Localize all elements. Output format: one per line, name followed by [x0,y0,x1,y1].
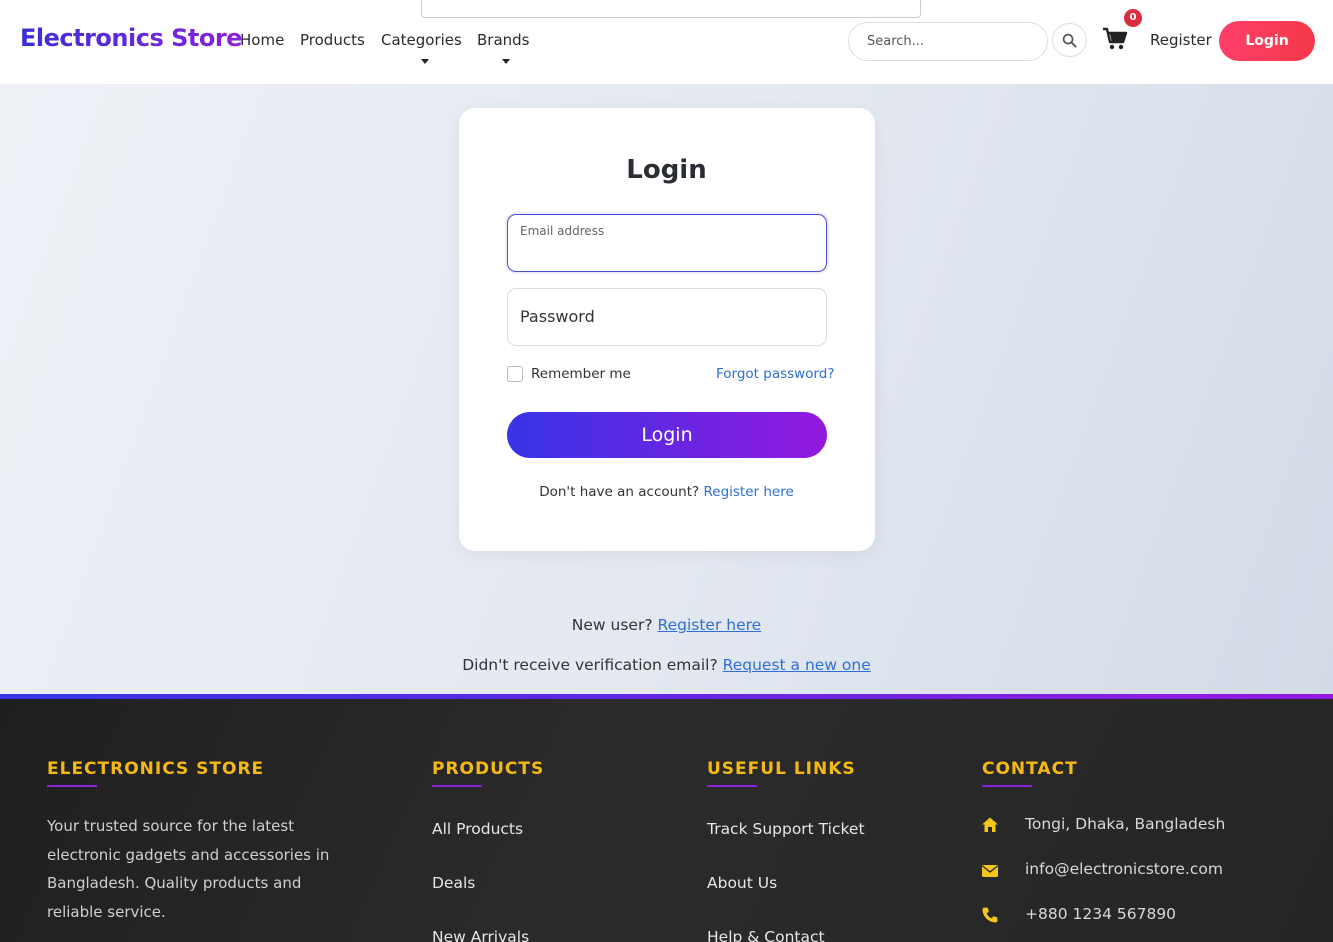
nav-register-link[interactable]: Register [1150,31,1212,49]
footer-heading-underline [707,785,757,787]
cart-count-badge: 0 [1124,9,1142,27]
contact-phone: +880 1234 567890 [1025,905,1177,923]
brand-logo[interactable]: Electronics Store [20,24,242,52]
search-button[interactable] [1052,23,1087,57]
footer-link-help-contact[interactable]: Help & Contact [707,928,825,942]
remember-me-label: Remember me [531,366,631,382]
password-field[interactable]: Password [507,288,827,346]
login-submit-button[interactable]: Login [507,412,827,458]
footer-products-heading: PRODUCTS [432,759,545,779]
nav-login-button[interactable]: Login [1219,21,1315,61]
footer-about-text: Your trusted source for the latest elect… [47,817,330,921]
footer-heading-underline [432,785,482,787]
request-verification-link[interactable]: Request a new one [723,656,871,674]
footer-heading-underline [47,785,97,787]
no-account-text: Don't have an account? [539,484,700,500]
email-field[interactable]: Email address [507,214,827,272]
login-title: Login [626,155,707,185]
new-user-text: New user? [571,616,653,634]
footer-heading-underline [982,785,1032,787]
search-field[interactable] [848,22,1048,61]
search-input[interactable] [849,23,1047,60]
nav-home[interactable]: Home [240,31,284,49]
contact-email: info@electronicstore.com [1025,860,1223,878]
no-account-row: Don't have an account? Register here [0,484,1333,500]
dropdown-panel-edge [421,0,921,18]
search-icon [1062,33,1077,48]
new-user-register-link[interactable]: Register here [658,616,762,634]
footer-contact-heading: CONTACT [982,759,1078,779]
footer-link-new-arrivals[interactable]: New Arrivals [432,928,529,942]
nav-categories[interactable]: Categories [381,31,462,49]
footer-link-deals[interactable]: Deals [432,874,475,892]
new-user-row: New user? Register here [0,616,1333,634]
home-icon [982,817,998,832]
cart-icon[interactable] [1102,27,1128,51]
footer-about-heading: ELECTRONICS STORE [47,759,265,779]
brands-caret-icon[interactable] [502,59,510,64]
nav-brands[interactable]: Brands [477,31,530,49]
envelope-icon [982,865,998,877]
password-label: Password [520,307,595,326]
card-register-link[interactable]: Register here [704,484,794,500]
footer-link-all-products[interactable]: All Products [432,820,523,838]
email-input[interactable] [520,241,816,263]
categories-caret-icon[interactable] [421,59,429,64]
forgot-password-link[interactable]: Forgot password? [716,366,835,382]
footer-useful-links-heading: USEFUL LINKS [707,759,856,779]
contact-address: Tongi, Dhaka, Bangladesh [1025,815,1226,833]
verification-row: Didn't receive verification email? Reque… [0,656,1333,674]
nav-products[interactable]: Products [300,31,365,49]
remember-me-checkbox[interactable] [507,366,523,382]
footer-link-about-us[interactable]: About Us [707,874,777,892]
verification-text: Didn't receive verification email? [462,656,718,674]
phone-icon [982,907,998,923]
footer-link-track-ticket[interactable]: Track Support Ticket [707,820,865,838]
email-label: Email address [520,224,605,238]
